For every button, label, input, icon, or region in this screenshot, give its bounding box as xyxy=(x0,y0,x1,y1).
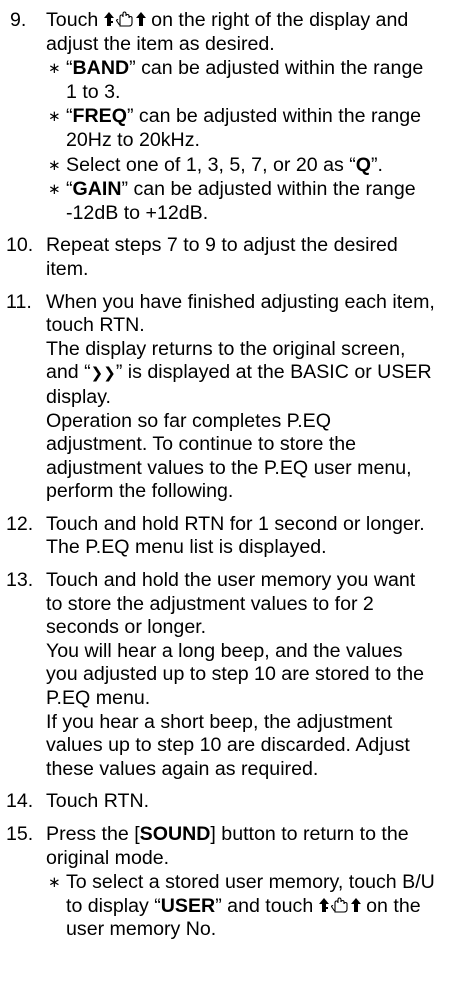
list-item: ∗ “GAIN” can be adjusted within the rang… xyxy=(48,178,416,224)
step-number: 15. xyxy=(6,823,34,845)
step-number: 14. xyxy=(6,790,34,813)
list-item: ∗ “FREQ” can be adjusted within the rang… xyxy=(48,105,422,151)
step-number: 10. xyxy=(6,234,34,257)
list-item: ∗ “BAND” can be adjusted within the rang… xyxy=(48,57,424,103)
step-11: 11. When you have finished adjusting eac… xyxy=(6,290,435,503)
bullet-icon: ∗ xyxy=(48,156,61,174)
step-text: Touch on the right of the display and xyxy=(46,9,409,31)
step-14: 14. Touch RTN. xyxy=(6,790,150,813)
step-13: 13. Touch and hold the user memory you w… xyxy=(6,569,424,780)
step-10: 10. Repeat steps 7 to 9 to adjust the de… xyxy=(6,234,398,280)
double-chevron-icon: ❯❯ xyxy=(90,365,116,383)
step-number: 9. xyxy=(10,9,27,31)
bullet-icon: ∗ xyxy=(48,874,61,892)
bullet-icon: ∗ xyxy=(48,60,61,78)
bullet-icon: ∗ xyxy=(48,108,61,126)
list-item: ∗ Select one of 1, 3, 5, 7, or 20 as “Q”… xyxy=(48,153,383,176)
step-15: 15. Press the [SOUND] button to return t… xyxy=(0,823,476,942)
step-number: 13. xyxy=(6,569,34,592)
step-12: 12. Touch and hold RTN for 1 second or l… xyxy=(6,512,425,559)
step-number: 12. xyxy=(6,512,34,535)
step-9: 9. Touch on the right of the display and… xyxy=(0,9,476,225)
bullet-icon: ∗ xyxy=(48,181,61,199)
step-number: 11. xyxy=(6,290,32,313)
touch-hold-arrows-icon xyxy=(318,896,361,914)
list-item: ∗ To select a stored user memory, touch … xyxy=(48,871,435,941)
touch-hold-arrows-icon xyxy=(103,10,146,28)
manual-page: 9. Touch on the right of the display and… xyxy=(0,0,476,983)
